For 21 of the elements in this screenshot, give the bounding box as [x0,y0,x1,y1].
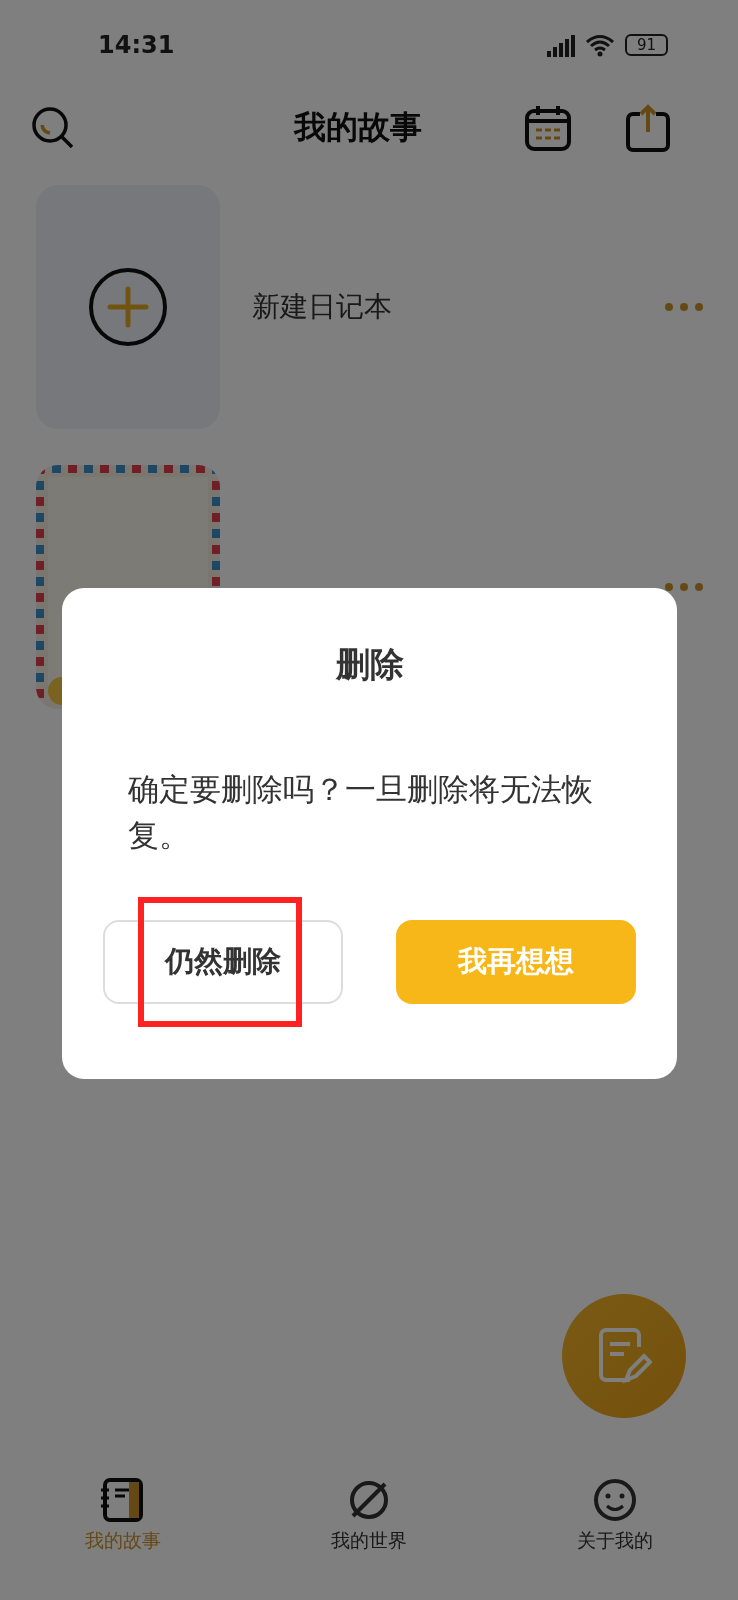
search-button[interactable] [30,105,76,151]
more-icon[interactable] [664,302,704,312]
more-icon[interactable] [664,582,704,592]
smiley-icon [593,1478,637,1522]
notebook-title: 新建日记本 [252,289,393,325]
status-time: 14:31 [98,31,176,59]
nav-tab[interactable]: 我的世界 [246,1470,492,1600]
edit-icon [596,1326,652,1386]
wifi-icon [584,33,615,57]
page-title: 我的故事 [294,107,423,148]
dialog-message: 确定要删除吗？一旦删除将无法恢复。 [128,770,594,855]
planet-icon [347,1478,391,1522]
confirm-delete-button[interactable]: 仍然删除 [103,920,343,1004]
new-notebook-card[interactable] [36,185,220,429]
add-icon [88,267,168,347]
battery-level: 91 [624,34,668,56]
nav-tab[interactable]: 关于我的 [492,1470,738,1600]
notebook-icon [101,1478,145,1522]
share-button[interactable] [624,104,672,152]
dialog-title: 删除 [335,643,404,686]
calendar-button[interactable] [524,104,572,152]
